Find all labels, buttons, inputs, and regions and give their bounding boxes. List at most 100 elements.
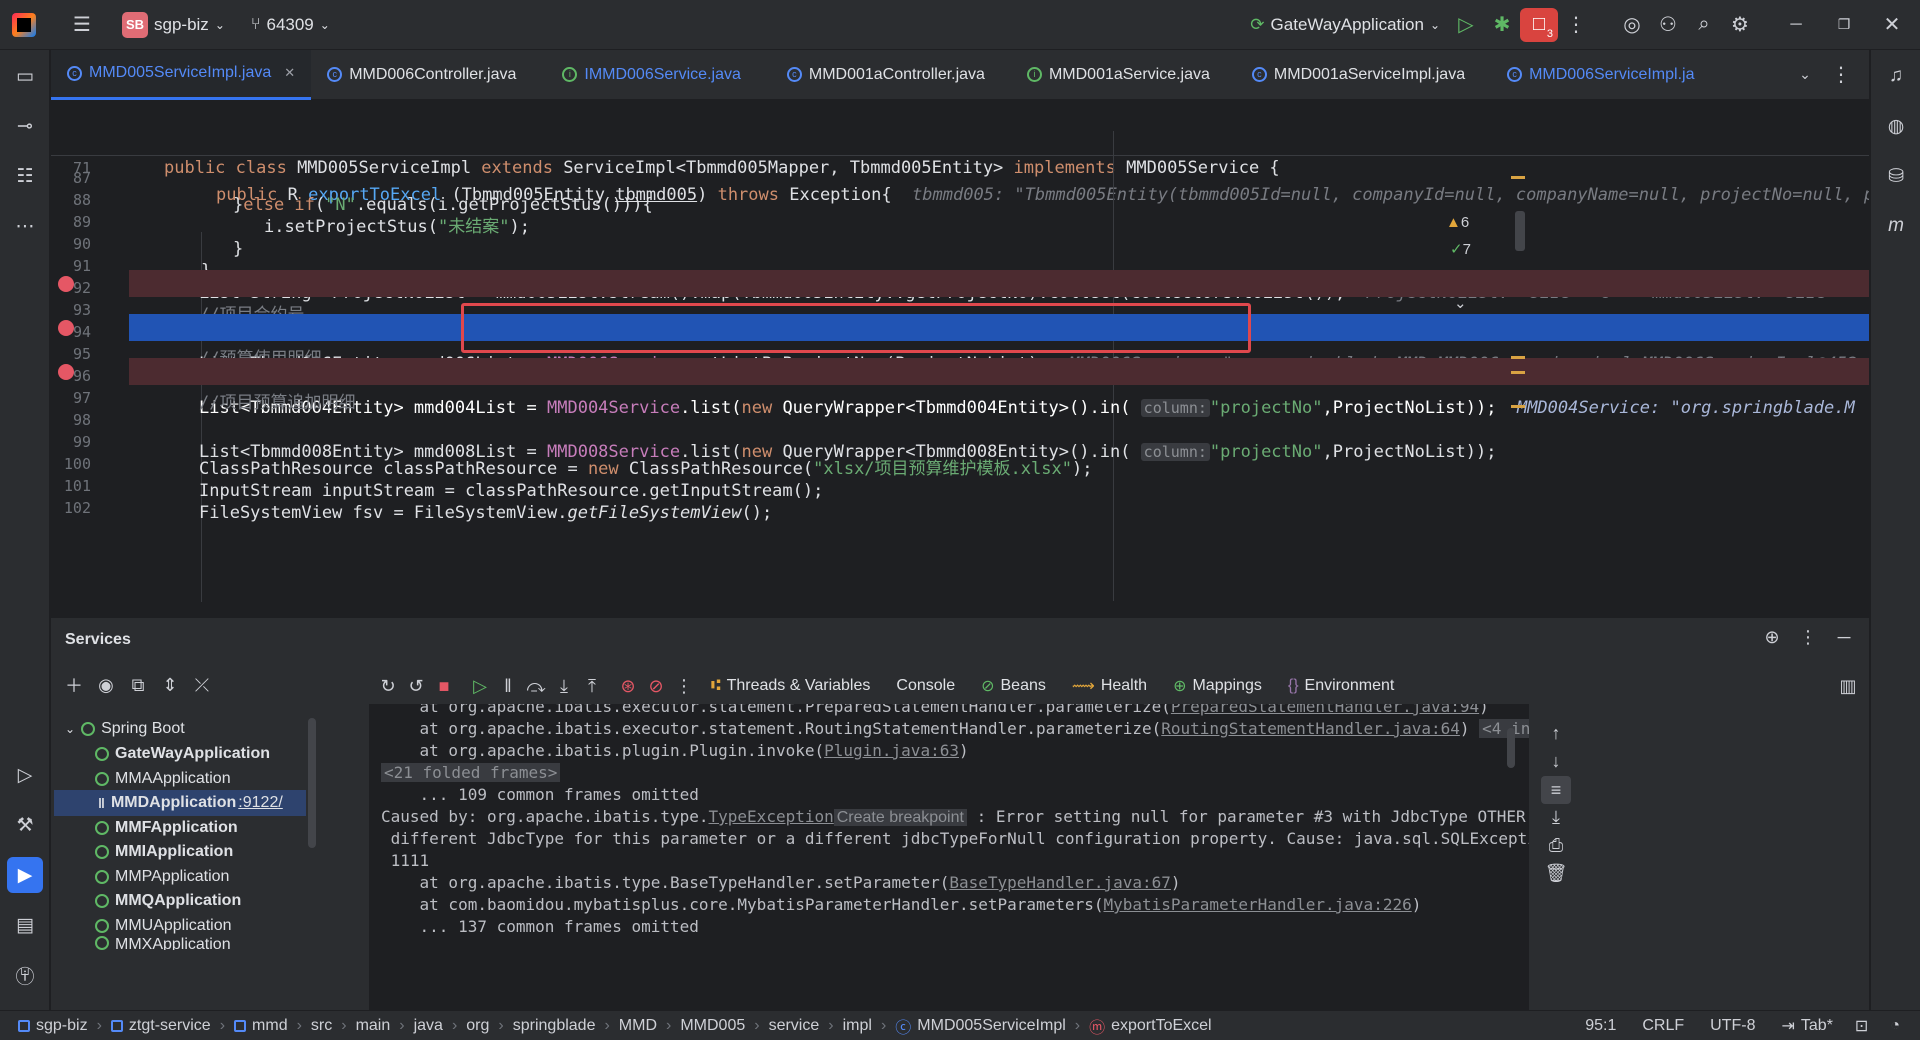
build-hammer-icon[interactable]: ⚒ xyxy=(7,807,43,843)
show-icon[interactable]: ◉ xyxy=(95,674,117,696)
editor-scrollbar-thumb[interactable] xyxy=(1515,211,1525,251)
step-into-icon[interactable]: ⤓ xyxy=(553,675,575,697)
file-encoding[interactable]: UTF-8 xyxy=(1706,1017,1759,1035)
services-icon[interactable]: ▶ xyxy=(7,857,43,893)
tree-item-mmpapplication[interactable]: MMPApplication xyxy=(51,864,356,890)
breadcrumb-item[interactable]: impl xyxy=(839,1017,876,1035)
tab-mmd005serviceimpl[interactable]: c MMD005ServiceImpl.java ✕ xyxy=(51,49,312,100)
commit-icon[interactable]: ⊸ xyxy=(7,108,43,144)
port-link[interactable]: :9122/ xyxy=(238,794,282,812)
scroll-down-icon[interactable]: ↓ xyxy=(1545,750,1567,772)
debug-icon[interactable]: ✱ xyxy=(1484,7,1520,43)
run-tool-icon[interactable]: ▷ xyxy=(7,757,43,793)
git-icon[interactable]: ⑂ xyxy=(7,958,43,994)
crosshair-icon[interactable]: ⊕ xyxy=(1761,626,1783,648)
rerun-debug-icon[interactable]: ↺ xyxy=(405,675,427,697)
source-link[interactable]: RoutingStatementHandler.java:64 xyxy=(1161,719,1460,738)
tab-mmd001aserviceimpl[interactable]: c MMD001aServiceImpl.java xyxy=(1236,50,1481,100)
breadcrumb-item[interactable]: sgp-biz xyxy=(14,1017,92,1035)
close-window-icon[interactable]: ✕ xyxy=(1874,7,1910,43)
step-over-icon[interactable]: ⤼ xyxy=(525,675,547,697)
breadcrumb-item[interactable]: main xyxy=(352,1017,395,1035)
resume-icon[interactable]: ▷ xyxy=(469,675,491,697)
breadcrumb-item[interactable]: MMD005 xyxy=(676,1017,749,1035)
cursor-position[interactable]: 95:1 xyxy=(1581,1017,1620,1035)
tab-threads-variables[interactable]: ⑆ Threads & Variables xyxy=(701,677,880,695)
tree-item-mmqapplication[interactable]: MMQApplication xyxy=(51,888,356,914)
main-menu-icon[interactable]: ☰ xyxy=(64,7,100,43)
mute-breakpoints-icon[interactable]: ⊘ xyxy=(645,675,667,697)
tab-beans[interactable]: ⊘ Beans xyxy=(971,676,1056,696)
run-icon[interactable]: ▷ xyxy=(1448,7,1484,43)
tab-mmd006serviceimpl[interactable]: c MMD006ServiceImpl.ja xyxy=(1491,50,1710,100)
create-breakpoint-button[interactable]: Create breakpoint xyxy=(833,809,967,826)
source-link[interactable]: PreparedStatementHandler.java:94 xyxy=(1171,704,1479,716)
scroll-up-icon[interactable]: ↑ xyxy=(1545,722,1567,744)
print-icon[interactable]: ⎙ xyxy=(1545,834,1567,856)
new-group-icon[interactable]: ⧉ xyxy=(127,674,149,696)
soft-wrap-icon[interactable]: ≡ xyxy=(1541,776,1571,804)
breakpoint-icon[interactable] xyxy=(58,320,74,336)
breadcrumb-item[interactable]: ⓜ exportToExcel xyxy=(1085,1014,1216,1038)
scrollbar-warning-mark[interactable] xyxy=(1511,176,1525,179)
ai-chat-icon[interactable]: ◍ xyxy=(1878,108,1914,144)
close-tab-icon[interactable]: ✕ xyxy=(284,65,295,81)
pause-icon[interactable]: ‖ xyxy=(497,675,519,697)
maven-icon[interactable]: m xyxy=(1878,208,1914,244)
branch-selector[interactable]: ⑂ 64309 ⌄ xyxy=(243,8,338,42)
tabs-more-icon[interactable]: ⋮ xyxy=(1823,57,1859,93)
memory-indicator-icon[interactable]: ◔ xyxy=(1886,1017,1904,1035)
ai-assistant-icon[interactable]: ◎ xyxy=(1614,7,1650,43)
more-debug-icon[interactable]: ⋮ xyxy=(673,675,695,697)
console-scrollbar-thumb[interactable] xyxy=(1507,728,1515,768)
breadcrumb-item[interactable]: service xyxy=(765,1017,824,1035)
clear-trash-icon[interactable]: 🗑 xyxy=(1545,862,1568,884)
tab-mmd001acontroller[interactable]: c MMD001aController.java xyxy=(771,50,1001,100)
step-out-icon[interactable]: ⤒ xyxy=(581,675,603,697)
folded-lines[interactable]: <4 internal lines> xyxy=(1479,719,1529,738)
scrollbar-warning-mark[interactable] xyxy=(1511,405,1525,408)
breadcrumb-item[interactable]: ⓒ MMD005ServiceImpl xyxy=(891,1014,1070,1038)
notifications-bell-icon[interactable]: ♫ xyxy=(1878,58,1914,94)
view-breakpoints-icon[interactable]: ⊛ xyxy=(617,675,639,697)
stop-button[interactable]: □ 3 xyxy=(1520,7,1558,42)
tabs-dropdown-chevron-icon[interactable]: ⌄ xyxy=(1787,57,1823,93)
minimize-icon[interactable]: ─ xyxy=(1778,7,1814,43)
source-link[interactable]: BaseTypeHandler.java:67 xyxy=(949,873,1171,892)
scroll-to-end-icon[interactable]: ⤓ xyxy=(1545,806,1567,828)
search-icon[interactable]: ⌕ xyxy=(1686,7,1722,43)
breadcrumb-item[interactable]: org xyxy=(462,1017,493,1035)
tab-console[interactable]: Console xyxy=(886,677,965,695)
expand-all-icon[interactable]: ⇕ xyxy=(159,674,181,696)
indent-setting[interactable]: ⇥ Tab* xyxy=(1777,1016,1836,1036)
restore-icon[interactable]: ❐ xyxy=(1826,7,1862,43)
source-link[interactable]: MybatisParameterHandler.java:226 xyxy=(1103,895,1411,914)
add-service-icon[interactable]: ＋ xyxy=(63,674,85,696)
tab-health[interactable]: ⟿ Health xyxy=(1062,676,1157,696)
console-output[interactable]: at org.apache.ibatis.executor.statement.… xyxy=(369,704,1529,1011)
panel-options-icon[interactable]: ⋮ xyxy=(1797,626,1819,648)
collapse-all-icon[interactable]: ⤫ xyxy=(191,674,213,696)
breakpoint-icon[interactable] xyxy=(58,364,74,380)
source-link[interactable]: Plugin.java:63 xyxy=(824,741,959,760)
tree-item-mmdapplication[interactable]: ‖ MMDApplication :9122/ xyxy=(54,790,306,816)
structure-icon[interactable]: ☷ xyxy=(7,158,43,194)
breadcrumb-item[interactable]: ztgt-service xyxy=(107,1017,215,1035)
tab-mmd001aservice[interactable]: i MMD001aService.java xyxy=(1011,50,1226,100)
exception-link[interactable]: TypeException xyxy=(709,807,834,826)
database-icon[interactable]: ⛁ xyxy=(1878,158,1914,194)
settings-gear-icon[interactable]: ⚙ xyxy=(1722,7,1758,43)
tab-mmd006controller[interactable]: c MMD006Controller.java xyxy=(311,50,532,100)
layout-settings-icon[interactable]: ▥ xyxy=(1837,675,1859,697)
code-with-me-icon[interactable]: ⚇ xyxy=(1650,7,1686,43)
code-editor[interactable]: 56 public class MMD005ServiceImpl extend… xyxy=(51,101,1869,616)
hide-panel-icon[interactable]: ─ xyxy=(1833,626,1855,648)
tab-mappings[interactable]: ⊕ Mappings xyxy=(1163,676,1272,696)
folded-frames[interactable]: <21 folded frames> xyxy=(381,763,561,782)
project-folder-icon[interactable]: ▭ xyxy=(7,58,43,94)
line-separator[interactable]: CRLF xyxy=(1638,1017,1688,1035)
stop-icon[interactable]: ■ xyxy=(433,675,455,697)
breadcrumb-item[interactable]: springblade xyxy=(509,1017,600,1035)
scrollbar-warning-mark[interactable] xyxy=(1511,356,1525,359)
more-actions-icon[interactable]: ⋮ xyxy=(1558,7,1594,43)
